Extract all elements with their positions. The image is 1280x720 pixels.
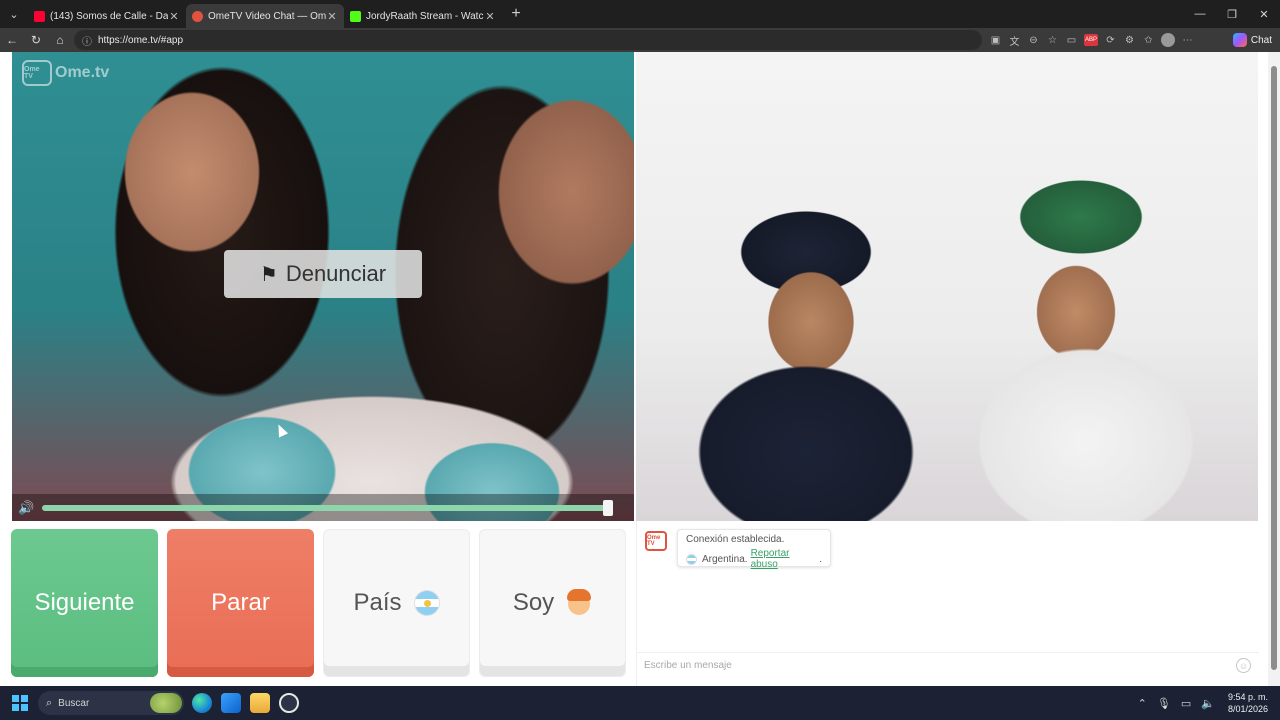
partner-country: Argentina. bbox=[701, 553, 748, 565]
volume-slider-handle[interactable] bbox=[603, 500, 613, 516]
windows-start-icon[interactable] bbox=[12, 695, 28, 711]
country-button[interactable]: País bbox=[323, 529, 470, 677]
close-tab-icon[interactable]: ✕ bbox=[484, 10, 496, 23]
site-info-icon[interactable]: ⓘ bbox=[82, 33, 92, 48]
emoji-picker-icon[interactable]: ☺ bbox=[1236, 658, 1251, 673]
clock-time: 9:54 p. m. bbox=[1227, 692, 1268, 702]
report-label: Denunciar bbox=[285, 261, 387, 286]
speaker-icon[interactable]: 🔊 bbox=[18, 500, 34, 516]
tab-title: JordyRaath Stream - Watch Live o bbox=[366, 10, 484, 22]
close-tab-icon[interactable]: ✕ bbox=[326, 10, 338, 23]
boy-emoji-icon bbox=[566, 589, 592, 617]
home-icon[interactable]: ⌂ bbox=[48, 28, 72, 52]
watermark-text: Ome.tv bbox=[55, 64, 110, 81]
chat-panel: Ome TV Conexión establecida. Argentina. … bbox=[636, 521, 1259, 686]
report-button[interactable]: ⚑ Denunciar bbox=[224, 250, 422, 298]
report-suffix: . bbox=[819, 553, 822, 565]
copilot-icon bbox=[1232, 33, 1247, 47]
edge-browser-icon[interactable] bbox=[192, 693, 212, 713]
favorite-star-icon[interactable]: ☆ bbox=[1043, 28, 1062, 52]
tab-title: OmeTV Video Chat — Omegl bbox=[208, 10, 326, 22]
tab-title: (143) Somos de Calle - Daddy Yan bbox=[50, 10, 168, 22]
close-window-button[interactable]: ✕ bbox=[1248, 0, 1280, 28]
scrollbar-thumb[interactable] bbox=[1271, 66, 1277, 670]
stop-button[interactable]: Parar bbox=[167, 529, 314, 677]
gender-label: Soy bbox=[512, 589, 555, 616]
country-label: País bbox=[353, 589, 402, 616]
clock-date: 8/01/2026 bbox=[1227, 704, 1268, 714]
search-highlight-icon bbox=[150, 693, 182, 713]
copilot-label: Chat bbox=[1250, 34, 1272, 46]
message-placeholder: Escribe un mensaje bbox=[644, 660, 732, 671]
local-video bbox=[636, 52, 1258, 521]
system-tray: ⌃ 🎙 ▭ 🔈 9:54 p. m. 8/01/2026 bbox=[1133, 686, 1268, 720]
search-icon: ⌕ bbox=[46, 696, 53, 709]
toolbar-icons: ▣ 文 ⊖ ☆ ▭ ABP ⟳ ⚙ ✩ ⋯ bbox=[986, 28, 1197, 52]
store-icon[interactable] bbox=[221, 693, 241, 713]
windows-taskbar: ⌕ Buscar ⌃ 🎙 ▭ 🔈 9:54 p. m. 8/01/2026 bbox=[0, 686, 1280, 720]
report-abuse-link[interactable]: Reportar abuso bbox=[751, 548, 820, 570]
refresh-extension-icon[interactable]: ⟳ bbox=[1101, 28, 1120, 52]
new-tab-button[interactable]: + bbox=[504, 2, 528, 26]
app-available-icon[interactable]: ▣ bbox=[986, 28, 1005, 52]
browser-tab-strip: ⌄ (143) Somos de Calle - Daddy Yan ✕ Ome… bbox=[0, 0, 1280, 28]
argentina-flag-icon bbox=[686, 553, 697, 565]
tab-kick[interactable]: JordyRaath Stream - Watch Live o ✕ bbox=[344, 4, 502, 28]
volume-slider-track[interactable] bbox=[42, 505, 608, 511]
argentina-flag-icon bbox=[413, 590, 440, 616]
remote-video: Ome TV Ome.tv ⚑ Denunciar 🔊 bbox=[12, 52, 634, 521]
system-message: Conexión establecida. Argentina. Reporta… bbox=[677, 529, 831, 570]
close-tab-icon[interactable]: ✕ bbox=[168, 10, 180, 23]
microphone-icon[interactable]: 🎙 bbox=[1157, 697, 1171, 710]
address-bar[interactable]: ⓘ https://ome.tv/#app bbox=[74, 30, 982, 50]
ometv-watermark: Ome TV Ome.tv bbox=[22, 60, 109, 86]
gender-button[interactable]: Soy bbox=[479, 529, 626, 677]
next-label: Siguiente bbox=[34, 589, 135, 616]
display-icon[interactable]: ▭ bbox=[1181, 697, 1191, 710]
tab-ometv[interactable]: OmeTV Video Chat — Omegl ✕ bbox=[186, 4, 344, 28]
minimize-button[interactable]: — bbox=[1184, 0, 1216, 28]
taskbar-search[interactable]: ⌕ Buscar bbox=[38, 691, 184, 715]
tab-list-chevron-icon[interactable]: ⌄ bbox=[0, 0, 28, 28]
restore-button[interactable]: ❐ bbox=[1216, 0, 1248, 28]
favorites-icon[interactable]: ✩ bbox=[1139, 28, 1158, 52]
translate-icon[interactable]: 文 bbox=[1005, 28, 1024, 52]
copilot-chat-button[interactable]: Chat bbox=[1232, 31, 1272, 49]
youtube-favicon-icon bbox=[34, 10, 45, 22]
page-scrollbar[interactable] bbox=[1268, 52, 1280, 686]
ometv-logo-icon: Ome TV bbox=[22, 60, 52, 86]
next-button[interactable]: Siguiente bbox=[11, 529, 158, 677]
tab-youtube[interactable]: (143) Somos de Calle - Daddy Yan ✕ bbox=[28, 4, 186, 28]
message-input[interactable]: Escribe un mensaje ☺ bbox=[637, 652, 1259, 678]
ometv-chat-logo-icon: Ome TV bbox=[645, 531, 667, 551]
volume-bar: 🔊 bbox=[12, 494, 634, 521]
flag-icon: ⚑ bbox=[259, 263, 278, 286]
url-text: https://ome.tv/#app bbox=[98, 34, 184, 46]
volume-icon[interactable]: 🔈 bbox=[1201, 697, 1215, 710]
video-icon[interactable]: ▭ bbox=[1062, 28, 1081, 52]
mouse-cursor-icon bbox=[273, 422, 289, 438]
file-explorer-icon[interactable] bbox=[250, 693, 270, 713]
more-menu-icon[interactable]: ⋯ bbox=[1178, 28, 1197, 52]
ometv-favicon-icon bbox=[192, 10, 203, 22]
kick-favicon-icon bbox=[350, 10, 361, 22]
profile-avatar-icon[interactable] bbox=[1161, 33, 1175, 47]
reader-icon[interactable]: ⊖ bbox=[1024, 28, 1043, 52]
search-label: Buscar bbox=[58, 697, 90, 709]
back-arrow-icon[interactable]: ← bbox=[0, 28, 24, 52]
clock[interactable]: 9:54 p. m. 8/01/2026 bbox=[1228, 691, 1268, 715]
chevron-up-icon[interactable]: ⌃ bbox=[1138, 697, 1147, 710]
window-controls: — ❐ ✕ bbox=[1184, 0, 1280, 28]
browser-toolbar: ← ↻ ⌂ ⓘ https://ome.tv/#app ▣ 文 ⊖ ☆ ▭ AB… bbox=[0, 28, 1280, 52]
extensions-icon[interactable]: ⚙ bbox=[1120, 28, 1139, 52]
stop-label: Parar bbox=[211, 589, 270, 616]
connection-status: Conexión establecida. bbox=[686, 534, 785, 545]
ometv-app: Ome TV Ome.tv ⚑ Denunciar 🔊 Siguiente Pa… bbox=[0, 52, 1280, 686]
obs-app-icon[interactable] bbox=[279, 693, 299, 713]
refresh-icon[interactable]: ↻ bbox=[24, 28, 48, 52]
adblock-extension-icon[interactable]: ABP bbox=[1084, 34, 1098, 46]
